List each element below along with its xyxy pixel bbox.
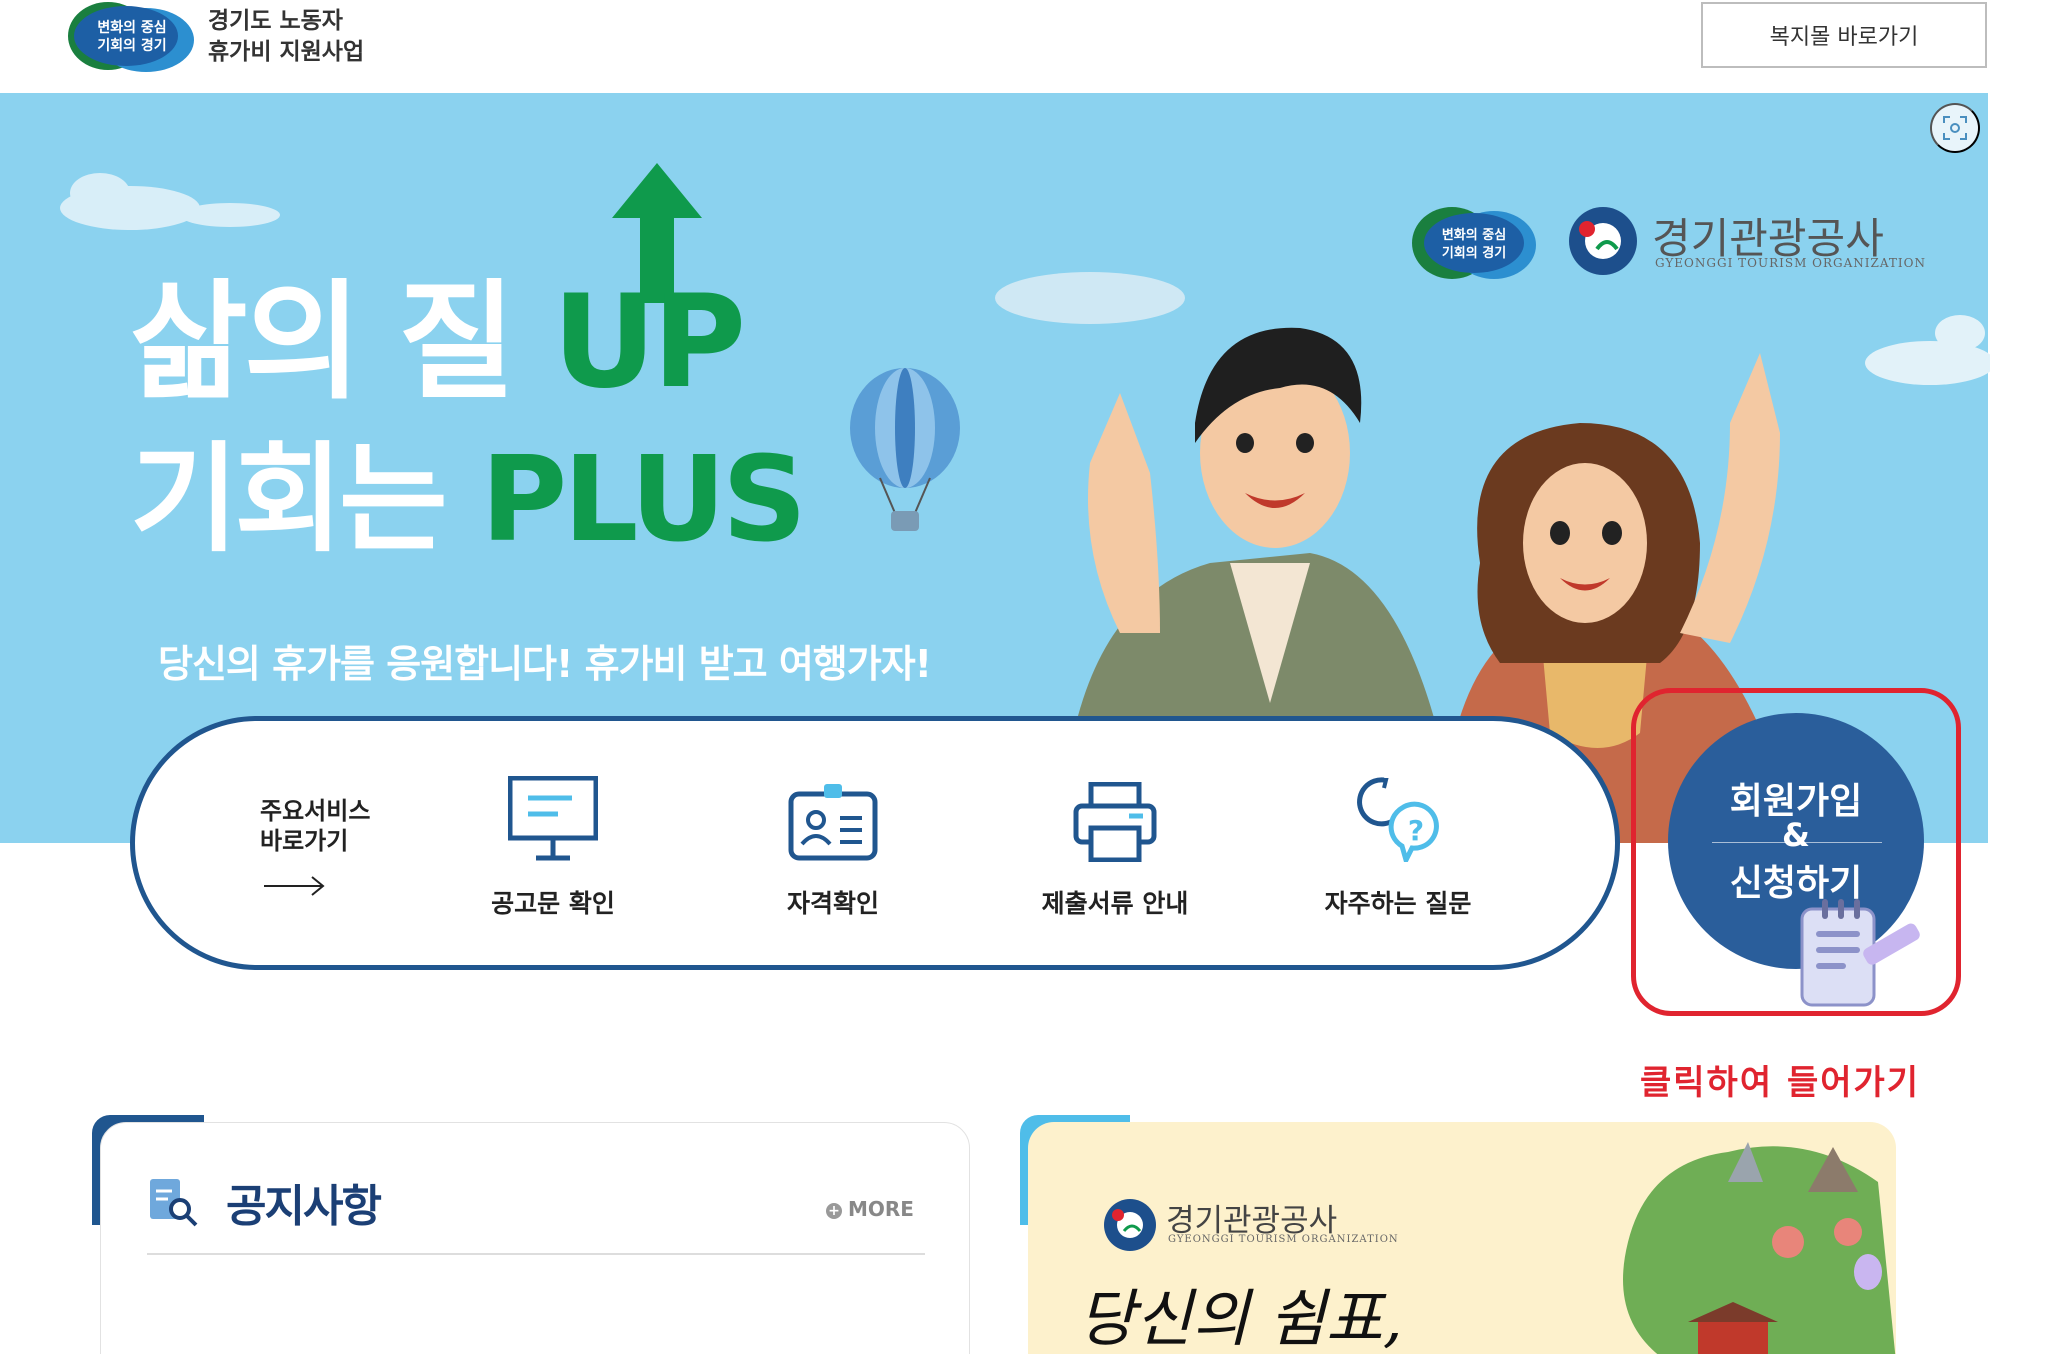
notepad-pencil-icon (1800, 899, 1920, 1007)
site-title[interactable]: 경기도 노동자 휴가비 지원사업 (208, 6, 364, 68)
notice-more-label: MORE (848, 1197, 914, 1221)
service-notice-check[interactable]: 공고문 확인 (453, 772, 653, 920)
gyeonggi-partner-logo: 변화의 중심 기회의 경기 (1412, 207, 1536, 279)
partner-badge-line1: 변화의 중심 (1442, 227, 1506, 243)
quick-services-heading: 주요서비스 바로가기 (260, 796, 370, 856)
service-label: 제출서류 안내 (1041, 889, 1189, 918)
printer-icon (1015, 772, 1215, 862)
notice-more-link[interactable]: + MORE (826, 1197, 914, 1221)
hero-title-line1-green: UP (552, 268, 746, 417)
tourism-org-emblem-icon (1569, 207, 1637, 275)
hero-edge-strip (1988, 93, 2048, 843)
faq-chat-icon: ? (1298, 772, 1498, 862)
id-card-icon (733, 772, 933, 862)
cloud-decoration (60, 173, 280, 230)
quick-services-heading-line2: 바로가기 (260, 827, 349, 855)
site-title-line1: 경기도 노동자 (208, 8, 343, 34)
notice-card (100, 1122, 970, 1354)
tourism-org-name-en: GYEONGGI TOURISM ORGANIZATION (1655, 256, 1926, 270)
fullscreen-icon[interactable] (1930, 103, 1980, 153)
logo-badge-line1: 변화의 중심 (97, 19, 166, 36)
service-documents-guide[interactable]: 제출서류 안내 (1015, 772, 1215, 920)
svg-text:?: ? (1408, 814, 1424, 847)
promo-script-text: 당신의 쉼표, (1078, 1282, 1403, 1354)
logo-badge-line2: 기회의 경기 (97, 37, 166, 54)
tourism-org-emblem-icon (1104, 1199, 1156, 1251)
hot-air-balloon-illustration (850, 368, 960, 531)
click-hint-text: 클릭하여 들어가기 (1640, 1063, 1921, 1103)
hero-title-line1: 삶의 질 UP (130, 238, 746, 423)
service-label: 공고문 확인 (491, 889, 615, 918)
site-header: 변화의 중심 기회의 경기 경기도 노동자 휴가비 지원사업 복지몰 바로가기 (0, 0, 2048, 93)
hero-title-line1-white: 삶의 질 (130, 268, 553, 417)
service-label: 자주하는 질문 (1324, 889, 1472, 918)
welfare-mall-button[interactable]: 복지몰 바로가기 (1701, 2, 1987, 68)
quick-services-heading-line1: 주요서비스 (260, 797, 371, 825)
plus-circle-icon: + (826, 1202, 842, 1219)
gyeonggi-map-illustration (1623, 1142, 1896, 1354)
presentation-board-icon (453, 772, 653, 862)
arrow-right-icon (264, 876, 325, 896)
hero-subtitle: 당신의 휴가를 응원합니다! 휴가비 받고 여행가자! (158, 642, 932, 686)
hero-title-line2-green: PLUS (480, 430, 807, 568)
hero-title-line2-white: 기회는 (130, 430, 481, 568)
promo-org-name-en: GYEONGGI TOURISM ORGANIZATION (1168, 1234, 1399, 1245)
service-label: 자격확인 (786, 889, 879, 918)
service-faq[interactable]: ? 자주하는 질문 (1298, 772, 1498, 920)
cloud-decoration (1865, 315, 1990, 385)
notice-title: 공지사항 (226, 1181, 382, 1232)
notice-divider (147, 1253, 925, 1255)
partner-badge-line2: 기회의 경기 (1442, 245, 1506, 261)
service-eligibility-check[interactable]: 자격확인 (733, 772, 933, 920)
gyeonggi-logo[interactable]: 변화의 중심 기회의 경기 (68, 0, 196, 72)
join-apply-amp[interactable]: & (1668, 816, 1924, 854)
site-title-line2: 휴가비 지원사업 (208, 39, 365, 65)
hero-title-line2: 기회는 PLUS (130, 403, 807, 574)
document-search-icon (150, 1179, 198, 1227)
